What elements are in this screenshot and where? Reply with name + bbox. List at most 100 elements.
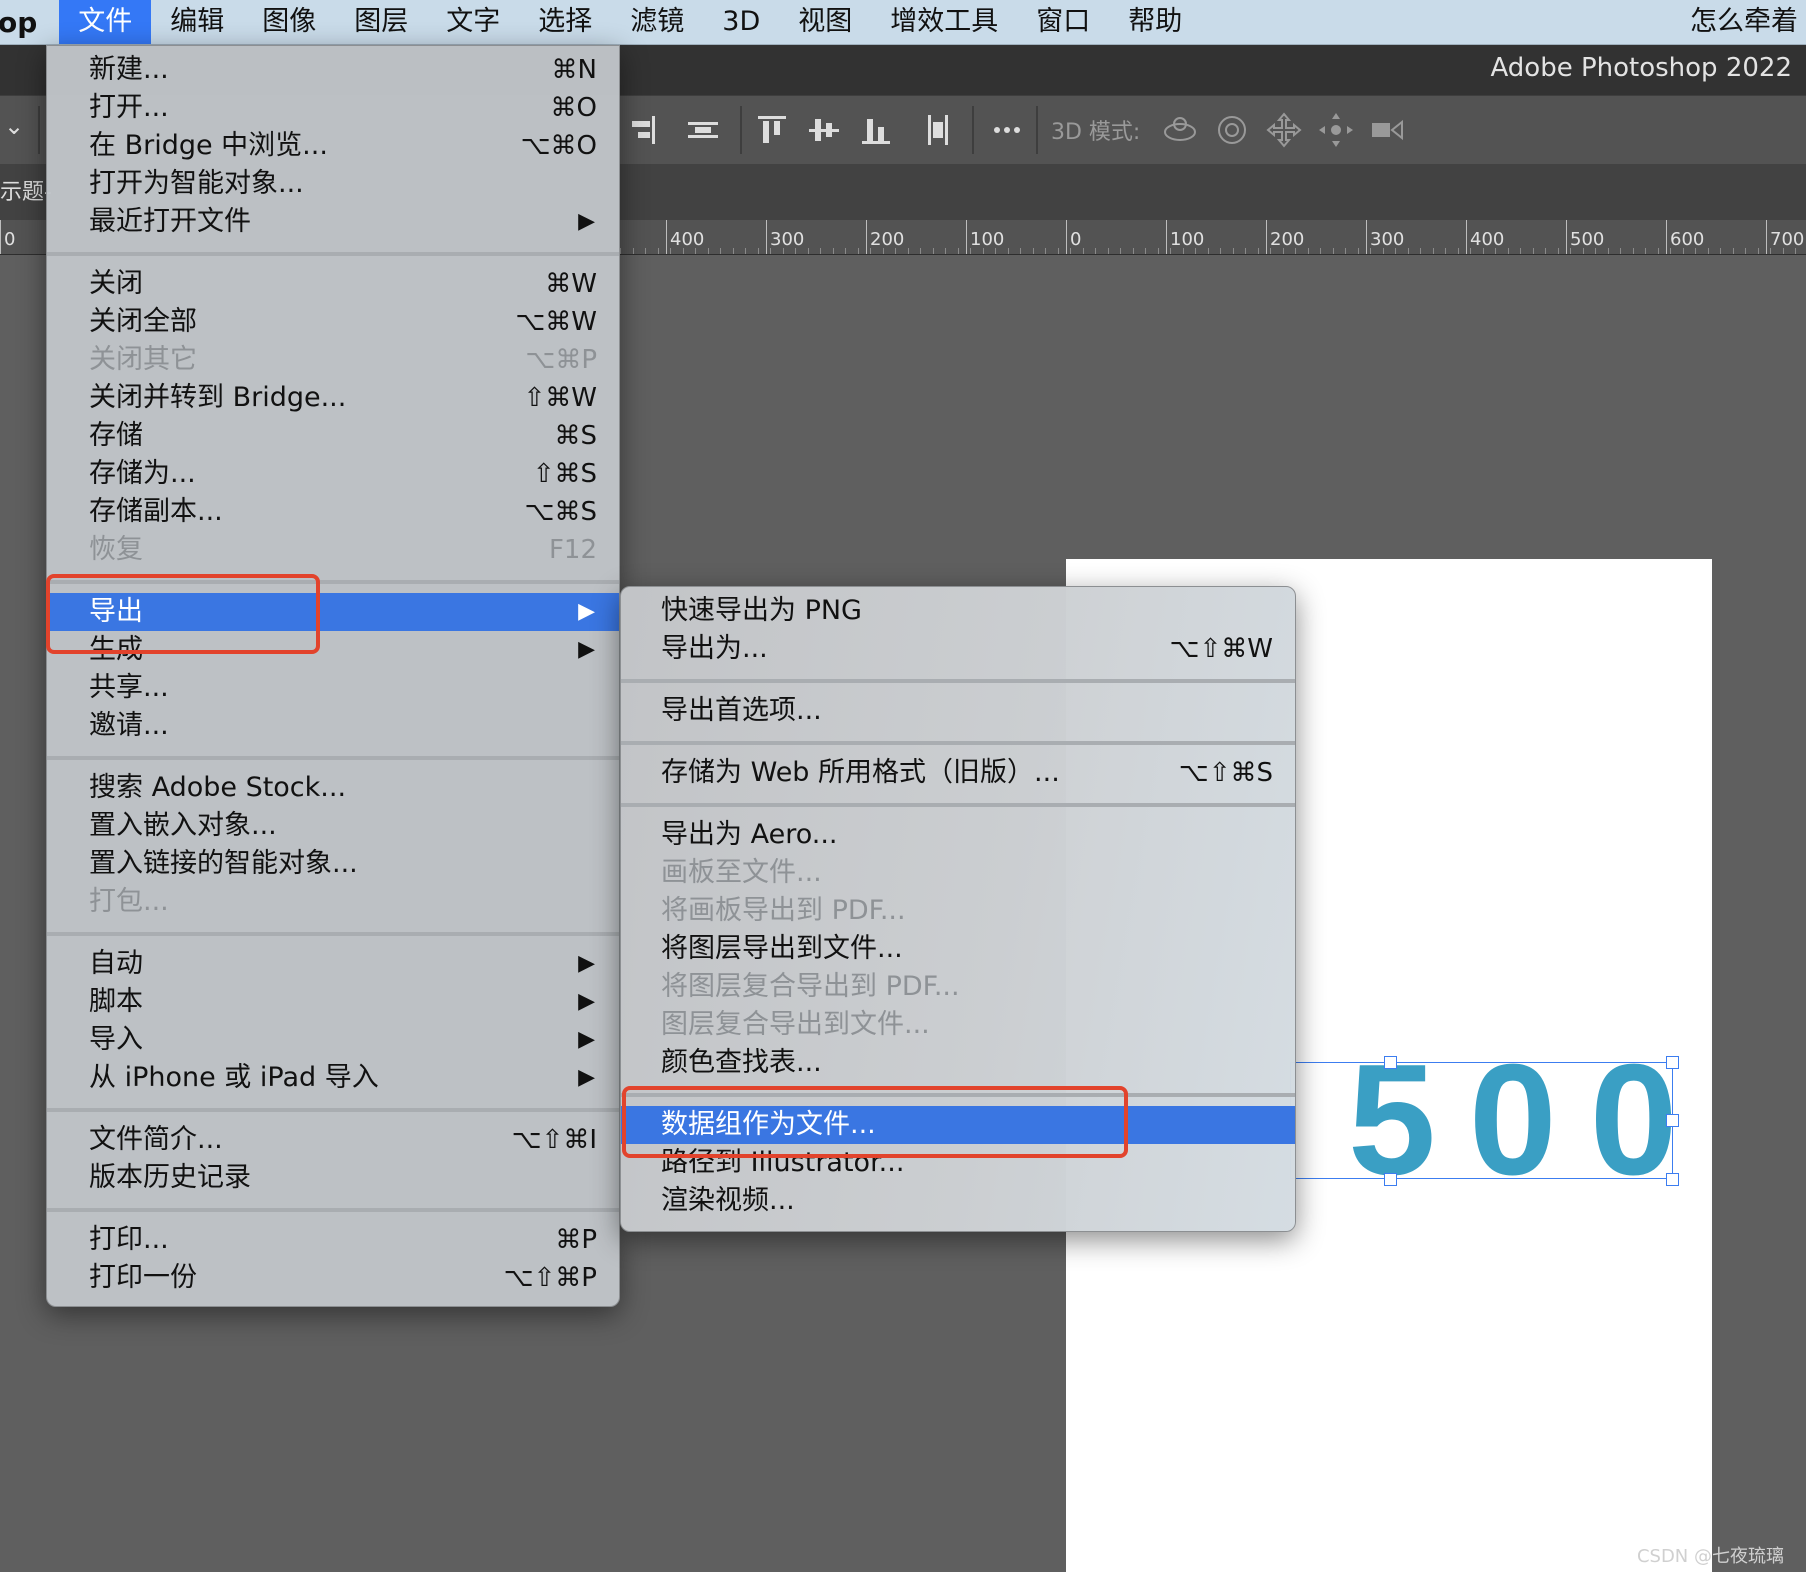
transform-handle[interactable] bbox=[1666, 1114, 1679, 1127]
file-menu-item[interactable]: 自动 ▶ bbox=[47, 945, 619, 983]
distribute-vertical-icon[interactable] bbox=[918, 110, 958, 150]
export-menu-item[interactable]: 颜色查找表... bbox=[621, 1044, 1295, 1082]
file-menu-item[interactable]: 关闭并转到 Bridge... ⇧⌘W bbox=[47, 379, 619, 417]
keyboard-shortcut: F12 bbox=[548, 535, 597, 565]
export-menu-item[interactable]: 将图层复合导出到 PDF... bbox=[621, 968, 1295, 1006]
ruler-minor-tick bbox=[820, 248, 821, 254]
file-menu-item[interactable]: 文件简介... ⌥⇧⌘I bbox=[47, 1121, 619, 1159]
menu-view[interactable]: 视图 bbox=[779, 0, 871, 44]
file-menu-item[interactable]: 打包... bbox=[47, 883, 619, 921]
slide-3d-icon[interactable] bbox=[1316, 110, 1356, 150]
menu-image[interactable]: 图像 bbox=[243, 0, 335, 44]
scale-3d-camera-icon[interactable] bbox=[1368, 110, 1408, 150]
ruler-label: 400 bbox=[1470, 229, 1505, 250]
roll-3d-icon[interactable] bbox=[1212, 110, 1252, 150]
ruler-minor-tick bbox=[945, 248, 946, 254]
ruler-minor-tick bbox=[1182, 248, 1184, 254]
ruler-minor-tick bbox=[1407, 248, 1409, 254]
menu-item-label: 将画板导出到 PDF... bbox=[661, 895, 906, 926]
orbit-3d-icon[interactable] bbox=[1160, 110, 1200, 150]
export-menu-item[interactable]: 导出为 Aero... bbox=[621, 816, 1295, 854]
file-menu-item[interactable]: 存储 ⌘S bbox=[47, 417, 619, 455]
export-menu-item[interactable]: 存储为 Web 所用格式（旧版）... ⌥⇧⌘S bbox=[621, 754, 1295, 792]
file-menu-item[interactable]: 打印... ⌘P bbox=[47, 1221, 619, 1259]
align-vertical-centers-icon[interactable] bbox=[804, 110, 844, 150]
ruler-minor-tick bbox=[1320, 248, 1321, 254]
keyboard-shortcut: ⌥⌘P bbox=[525, 345, 597, 375]
menu-select[interactable]: 选择 bbox=[519, 0, 611, 44]
export-menu-item[interactable]: 画板至文件... bbox=[621, 854, 1295, 892]
ruler-minor-tick bbox=[907, 248, 909, 254]
transform-handle[interactable] bbox=[1384, 1056, 1397, 1069]
menubar-right-item[interactable]: 怎么牵着 bbox=[1690, 0, 1798, 44]
annotation-highlight-dataset bbox=[622, 1086, 1128, 1158]
file-menu-item[interactable]: 版本历史记录 bbox=[47, 1159, 619, 1197]
export-menu-item[interactable]: 将图层导出到文件... bbox=[621, 930, 1295, 968]
file-menu-item[interactable]: 置入嵌入对象... bbox=[47, 807, 619, 845]
file-menu-item[interactable]: 置入链接的智能对象... bbox=[47, 845, 619, 883]
export-menu-item[interactable]: 渲染视频... bbox=[621, 1182, 1295, 1220]
file-menu-item[interactable]: 关闭其它 ⌥⌘P bbox=[47, 341, 619, 379]
menu-type[interactable]: 文字 bbox=[427, 0, 519, 44]
chevron-down-icon[interactable]: ⌄ bbox=[4, 112, 24, 140]
ruler-minor-tick bbox=[1232, 248, 1234, 254]
ruler-minor-tick bbox=[1070, 248, 1071, 254]
app-menu[interactable]: op bbox=[0, 6, 59, 39]
file-menu-item[interactable]: 从 iPhone 或 iPad 导入 ▶ bbox=[47, 1059, 619, 1097]
file-menu-item[interactable]: 在 Bridge 中浏览... ⌥⌘O bbox=[47, 127, 619, 165]
export-menu-item[interactable]: 快速导出为 PNG bbox=[621, 592, 1295, 630]
ruler-minor-tick bbox=[1007, 248, 1009, 254]
text-bounding-box[interactable] bbox=[1290, 1062, 1673, 1179]
ruler-minor-tick bbox=[1032, 248, 1034, 254]
menu-window[interactable]: 窗口 bbox=[1017, 0, 1109, 44]
file-menu-item[interactable]: 脚本 ▶ bbox=[47, 983, 619, 1021]
keyboard-shortcut: ⌘O bbox=[550, 93, 597, 123]
transform-handle[interactable] bbox=[1666, 1173, 1679, 1186]
keyboard-shortcut: ⌘S bbox=[554, 421, 597, 451]
export-menu-item[interactable]: 图层复合导出到文件... bbox=[621, 1006, 1295, 1044]
menu-item-label: 关闭并转到 Bridge... bbox=[89, 382, 347, 413]
export-menu-item[interactable]: 导出首选项... bbox=[621, 692, 1295, 730]
align-top-icon[interactable] bbox=[752, 110, 792, 150]
file-menu-item[interactable]: 新建... ⌘N bbox=[47, 51, 619, 89]
menu-file[interactable]: 文件 bbox=[59, 0, 152, 44]
file-menu-item[interactable]: 存储副本... ⌥⌘S bbox=[47, 493, 619, 531]
menu-item-label: 打印... bbox=[89, 1224, 169, 1255]
divider bbox=[38, 106, 40, 154]
export-menu-item[interactable]: 导出为... ⌥⇧⌘W bbox=[621, 630, 1295, 668]
ruler-minor-tick bbox=[845, 248, 846, 254]
transform-handle[interactable] bbox=[1384, 1173, 1397, 1186]
menu-filter[interactable]: 滤镜 bbox=[611, 0, 703, 44]
file-menu-item[interactable]: 恢复 F12 bbox=[47, 531, 619, 569]
document-tab[interactable]: 示题- bbox=[0, 174, 52, 206]
menu-help[interactable]: 帮助 bbox=[1109, 0, 1201, 44]
ruler-label: 700 bbox=[1770, 229, 1805, 250]
file-menu-item[interactable]: 共享... bbox=[47, 669, 619, 707]
divider bbox=[972, 106, 974, 154]
ruler-minor-tick bbox=[1732, 248, 1734, 254]
file-menu-item[interactable]: 打印一份 ⌥⇧⌘P bbox=[47, 1259, 619, 1297]
menu-plugins[interactable]: 增效工具 bbox=[871, 0, 1017, 44]
export-menu-item[interactable]: 将画板导出到 PDF... bbox=[621, 892, 1295, 930]
align-right-edges-icon[interactable] bbox=[622, 110, 662, 150]
align-bottom-icon[interactable] bbox=[856, 110, 896, 150]
menu-3d[interactable]: 3D bbox=[703, 0, 779, 44]
transform-handle[interactable] bbox=[1666, 1056, 1679, 1069]
file-menu-item[interactable]: 搜索 Adobe Stock... bbox=[47, 769, 619, 807]
file-menu-item[interactable]: 关闭全部 ⌥⌘W bbox=[47, 303, 619, 341]
pan-3d-icon[interactable] bbox=[1264, 110, 1304, 150]
file-menu-item[interactable]: 最近打开文件 ▶ bbox=[47, 203, 619, 241]
file-menu-item[interactable]: 打开为智能对象... bbox=[47, 165, 619, 203]
file-menu-item[interactable]: 关闭 ⌘W bbox=[47, 265, 619, 303]
file-menu-item[interactable]: 存储为... ⇧⌘S bbox=[47, 455, 619, 493]
file-menu-item[interactable]: 导入 ▶ bbox=[47, 1021, 619, 1059]
menu-item-label: 存储为... bbox=[89, 458, 196, 489]
file-menu-item[interactable]: 邀请... bbox=[47, 707, 619, 745]
ruler-minor-tick bbox=[1670, 248, 1671, 254]
divider bbox=[740, 106, 742, 154]
distribute-horizontal-icon[interactable] bbox=[683, 110, 723, 150]
file-menu-item[interactable]: 打开... ⌘O bbox=[47, 89, 619, 127]
more-options-icon[interactable] bbox=[987, 110, 1027, 150]
menu-edit[interactable]: 编辑 bbox=[151, 0, 243, 44]
menu-layer[interactable]: 图层 bbox=[335, 0, 427, 44]
